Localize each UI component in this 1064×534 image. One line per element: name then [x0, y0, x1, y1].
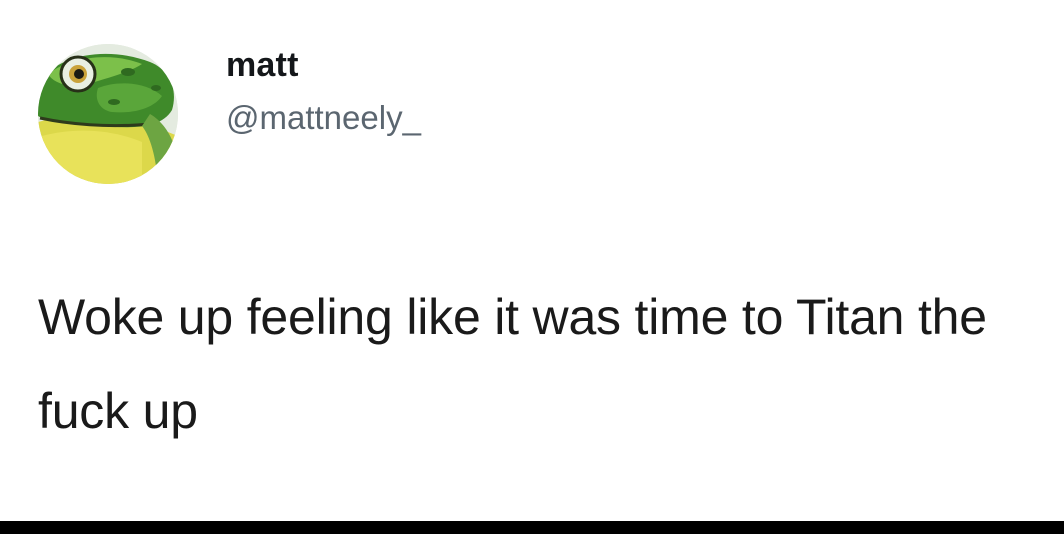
bottom-bar [0, 521, 1064, 534]
frog-avatar-icon [38, 44, 178, 184]
avatar[interactable] [38, 44, 178, 184]
tweet-card: matt @mattneely_ Woke up feeling like it… [0, 0, 1064, 534]
display-name[interactable]: matt [226, 48, 421, 82]
user-handle[interactable]: @mattneely_ [226, 101, 421, 134]
user-info: matt @mattneely_ [226, 48, 421, 134]
tweet-text: Woke up feeling like it was time to Tita… [38, 289, 987, 439]
